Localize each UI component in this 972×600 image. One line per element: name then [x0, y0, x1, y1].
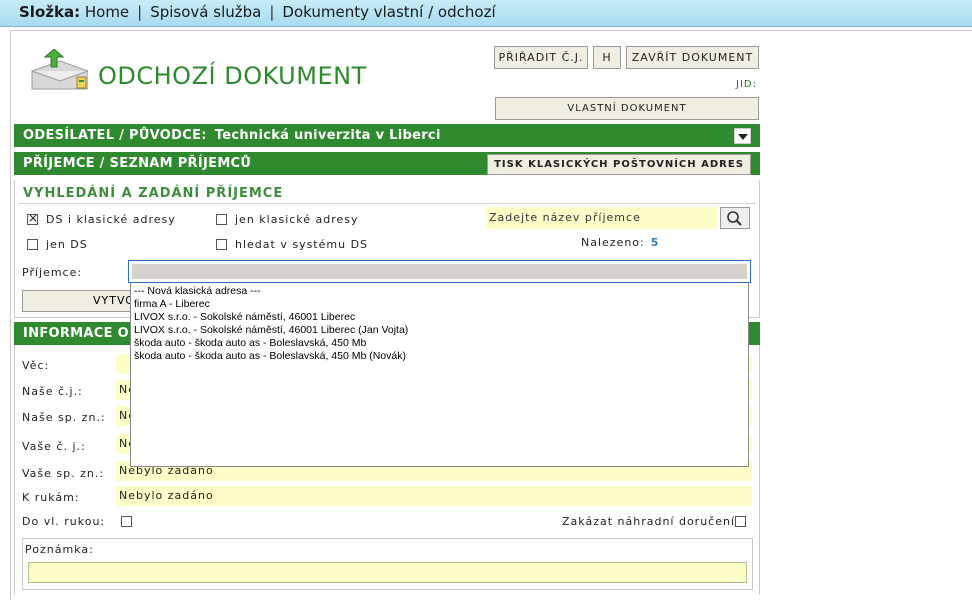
- recipients-header: PŘÍJEMCE / SEZNAM PŘÍJEMCŮ: [23, 156, 252, 171]
- found-number: 5: [650, 236, 660, 249]
- sender-value: Technická univerzita v Liberci: [214, 128, 441, 143]
- field-label-your-file: Vaše sp. zn.:: [22, 467, 105, 480]
- page-title: ODCHOZÍ DOKUMENT: [98, 62, 367, 90]
- jid-label: JID:: [736, 79, 757, 90]
- sender-bar: ODESÍLATEL / PŮVODCE: Technická univerzit…: [14, 124, 760, 147]
- dropdown-option[interactable]: LIVOX s.r.o. - Sokolské náměstí, 46001 L…: [134, 311, 748, 324]
- field-label-your-ref: Vaše č. j.:: [22, 440, 86, 453]
- checkbox-classic-only[interactable]: [216, 214, 227, 225]
- breadcrumb-spisova-sluzba[interactable]: Spisová služba: [150, 3, 261, 21]
- assign-reference-button[interactable]: PŘIŘADIT Č.J.: [494, 46, 588, 69]
- print-addresses-button[interactable]: TISK KLASICKÝCH POŠTOVNÍCH ADRES: [487, 154, 751, 175]
- note-label: Poznámka:: [25, 543, 94, 556]
- recipient-search-title: VYHLEDÁNÍ A ZADÁNÍ PŘÍJEMCE: [23, 186, 284, 201]
- h-button[interactable]: H: [593, 46, 621, 69]
- forbid-substitute-label: Zakázat náhradní doručení:: [562, 515, 740, 528]
- dropdown-option[interactable]: škoda auto - škoda auto as - Boleslavská…: [134, 350, 748, 363]
- checkbox-label-classic-only: jen klasické adresy: [235, 213, 359, 226]
- divider: [18, 203, 756, 204]
- field-label-subject: Věc:: [22, 359, 50, 372]
- breadcrumb: Složka: Home | Spisová služba | Dokumenty vl…: [19, 3, 496, 21]
- search-button[interactable]: [720, 207, 750, 229]
- recipient-label: Příjemce:: [22, 266, 83, 279]
- dropdown-option[interactable]: škoda auto - škoda auto as - Boleslavská…: [134, 337, 748, 350]
- search-icon: [727, 211, 742, 226]
- attention-field[interactable]: Nebylo zadáno: [116, 486, 752, 506]
- field-label-our-ref: Naše č.j.:: [22, 385, 83, 398]
- breadcrumb-prefix: Složka:: [19, 3, 81, 21]
- breadcrumb-current: Dokumenty vlastní / odchozí: [282, 3, 496, 21]
- create-button[interactable]: VYTVO: [22, 290, 132, 312]
- outgoing-document-icon: [31, 49, 88, 90]
- dropdown-option[interactable]: --- Nová klasická adresa ---: [134, 285, 748, 298]
- field-label-our-file: Naše sp. zn.:: [22, 411, 106, 424]
- info-header: INFORMACE O D: [23, 326, 145, 341]
- found-count: Nalezeno: 5: [581, 236, 659, 249]
- chevron-down-icon[interactable]: [734, 128, 751, 144]
- breadcrumb-bar: Složka: Home | Spisová služba | Dokumenty vl…: [0, 0, 972, 27]
- recipient-search-input[interactable]: Zadejte název příjemce: [486, 207, 718, 229]
- dropdown-option[interactable]: LIVOX s.r.o. - Sokolské náměstí, 46001 L…: [134, 324, 748, 337]
- personal-delivery-checkbox[interactable]: [121, 516, 132, 527]
- own-document-button[interactable]: VLASTNÍ DOKUMENT: [495, 97, 759, 120]
- field-label-attention: K rukám:: [22, 491, 80, 504]
- checkbox-label-search-ds: hledat v systému DS: [235, 238, 369, 251]
- sender-label: ODESÍLATEL / PŮVODCE:: [23, 128, 207, 143]
- personal-delivery-label: Do vl. rukou:: [22, 515, 106, 528]
- found-label: Nalezeno:: [581, 236, 645, 249]
- recipient-dropdown-list: --- Nová klasická adresa --- firma A - L…: [130, 283, 749, 467]
- checkbox-ds-only[interactable]: [27, 239, 38, 250]
- close-document-button[interactable]: ZAVŘÍT DOKUMENT: [626, 46, 759, 69]
- recipient-select[interactable]: [128, 260, 751, 283]
- dropdown-option[interactable]: firma A - Liberec: [134, 298, 748, 311]
- checkbox-search-ds[interactable]: [216, 239, 227, 250]
- breadcrumb-home[interactable]: Home: [85, 3, 129, 21]
- checkbox-label-ds-only: jen DS: [46, 238, 88, 251]
- checkbox-label-ds-and-classic: DS i klasické adresy: [46, 213, 176, 226]
- forbid-substitute-checkbox[interactable]: [735, 516, 746, 527]
- checkbox-ds-and-classic[interactable]: [27, 211, 38, 225]
- note-input[interactable]: [28, 562, 747, 583]
